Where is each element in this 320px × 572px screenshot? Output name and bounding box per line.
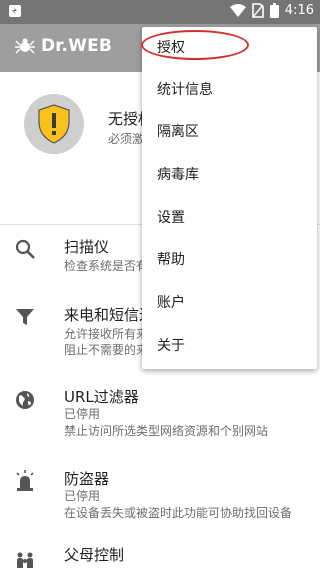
menu-item-label: 账户 [157,295,185,311]
menu-item-about[interactable]: 关于 [142,325,317,367]
menu-item-label: 帮助 [157,252,185,268]
menu-item-label: 统计信息 [157,82,213,98]
component-subtitle-line-1: 允许接收所有来 [64,327,149,341]
status-bar: 4:16 [0,0,320,24]
siren-icon [16,470,34,491]
menu-item-label: 病毒库 [157,167,199,183]
component-title: 父母控制 [64,546,125,564]
component-title: 来电和短信过 [64,306,155,324]
search-icon [15,239,35,259]
menu-item-label: 设置 [157,210,185,226]
component-subtitle-line-2: 阻止不需要的来 [64,343,149,357]
component-url-filter[interactable]: URL过滤器 已停用 禁止访问所选类型网络资源和个别网站 [0,384,320,444]
component-title: 防盗器 [64,470,110,488]
globe-icon [16,391,34,409]
filter-icon [16,309,34,325]
component-subtitle-line-1: 已停用 [64,407,101,421]
component-subtitle-line-2: 禁止访问所选类型网络资源和个别网站 [64,424,269,438]
no-sim-icon [251,3,264,18]
component-anti-theft[interactable]: 防盗器 已停用 在设备丢失或被盗时此功能可协助找回设备 [0,466,320,526]
status-time: 4:16 [284,3,314,18]
license-status-badge [24,94,84,154]
menu-item-help[interactable]: 帮助 [142,239,317,281]
component-subtitle-line-2: 在设备丢失或被盗时此功能可协助找回设备 [64,506,293,520]
menu-item-settings[interactable]: 设置 [142,197,317,239]
component-parental-control[interactable]: 父母控制 [0,546,320,569]
app-logo-text: Dr.WEB [41,36,113,56]
component-title: 扫描仪 [64,238,110,256]
menu-item-virus-database[interactable]: 病毒库 [142,154,317,196]
component-title: URL过滤器 [64,388,139,406]
component-subtitle-line-1: 已停用 [64,489,101,503]
highlight-annotation [141,30,249,60]
menu-item-label: 关于 [157,338,185,354]
menu-item-label: 隔离区 [157,124,199,140]
license-subtitle: 必须激 [108,132,145,146]
app-logo: Dr.WEB [14,36,112,56]
warning-shield-icon [38,104,70,144]
notification-icon [9,5,21,17]
component-subtitle: 检查系统是否有 [64,259,149,273]
battery-icon [269,3,279,18]
menu-item-statistics[interactable]: 统计信息 [142,69,317,111]
overflow-menu: 授权 统计信息 隔离区 病毒库 设置 帮助 账户 关于 [142,27,317,369]
drweb-spider-icon [15,38,35,54]
menu-item-account[interactable]: 账户 [142,282,317,324]
menu-item-quarantine[interactable]: 隔离区 [142,111,317,153]
wifi-icon [229,3,246,17]
